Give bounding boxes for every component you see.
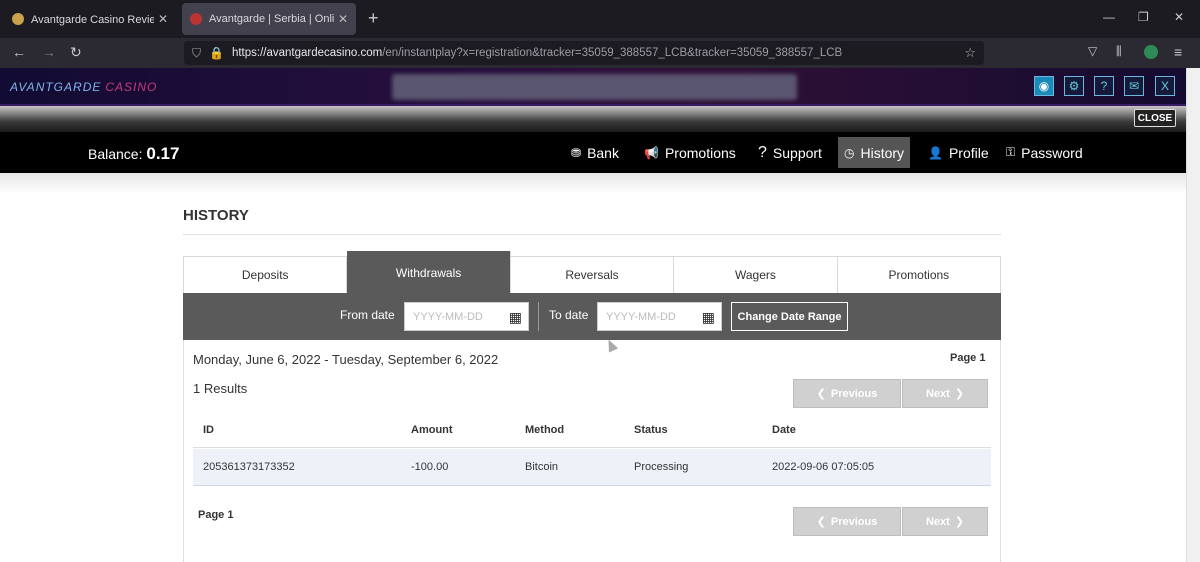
cell-status: Processing <box>634 461 689 473</box>
back-icon[interactable]: ← <box>12 44 26 60</box>
forward-icon[interactable]: → <box>42 44 56 60</box>
library-icon[interactable]: ⫼ <box>1116 44 1122 59</box>
date-filter-bar: From date YYYY-MM-DD ▦ To date YYYY-MM-D… <box>183 293 1001 340</box>
menu-item-support[interactable]: ? Support <box>752 137 828 168</box>
title-divider <box>183 234 1001 235</box>
menu-icon[interactable]: ≡ <box>1174 44 1182 60</box>
menu-item-bank[interactable]: ⛃ Bank <box>565 137 625 168</box>
chevron-right-icon: ❯ <box>954 388 965 400</box>
cell-amount: -100.00 <box>411 461 449 473</box>
tab-close-icon[interactable]: ✕ <box>158 12 168 26</box>
chevron-left-icon: ❮ <box>816 516 826 528</box>
reload-icon[interactable]: ↻ <box>70 44 82 61</box>
next-button-bottom[interactable]: Next ❯ <box>902 507 988 536</box>
account-menu-bar: Balance: 0.17 ⛃ Bank 📢 Promotions ? Support… <box>0 132 1186 173</box>
page-title: HISTORY <box>183 207 249 224</box>
pocket-icon[interactable]: ▽ <box>1088 44 1097 58</box>
column-date[interactable]: Date <box>772 424 796 436</box>
user-icon: 👤 <box>928 145 943 160</box>
casino-header: AVANTGARDE CASINO ◉ ⚙ ? ✉ X <box>0 68 1186 106</box>
results-count: 1 Results <box>193 381 248 396</box>
previous-button-top[interactable]: ❮ Previous <box>793 379 901 408</box>
table-header: ID Amount Method Status Date <box>193 414 991 448</box>
from-date-label: From date <box>340 308 395 322</box>
lock-icon: 🔒 <box>209 46 224 60</box>
cell-id: 205361373173352 <box>203 461 295 473</box>
menu-item-promotions[interactable]: 📢 Promotions <box>638 137 742 168</box>
window-close-icon[interactable]: ✕ <box>1174 10 1184 24</box>
chat-icon[interactable]: ✉ <box>1124 76 1144 96</box>
history-icon: ◷ <box>844 145 855 160</box>
table-row[interactable]: 205361373173352 -100.00 Bitcoin Processi… <box>193 449 991 486</box>
cell-date: 2022-09-06 07:05:05 <box>772 461 875 473</box>
page-indicator-top: Page 1 <box>950 352 986 364</box>
tab-promotions[interactable]: Promotions <box>837 257 1001 293</box>
change-date-range-button[interactable]: Change Date Range <box>731 302 848 331</box>
column-id[interactable]: ID <box>203 424 214 436</box>
date-range-text: Monday, June 6, 2022 - Tuesday, Septembe… <box>193 352 499 367</box>
url-text: https://avantgardecasino.com/en/instantp… <box>231 47 843 59</box>
shield-icon: ⛉ <box>192 45 202 60</box>
gear-icon[interactable]: ⚙ <box>1064 76 1084 96</box>
tab-withdrawals[interactable]: Withdrawals <box>347 251 511 294</box>
header-strip: CLOSE <box>0 106 1186 132</box>
bank-icon: ⛃ <box>571 145 582 160</box>
browser-tab-bar: Avantgarde Casino Review ⊳ 40 ✕ Avantgar… <box>0 0 1200 38</box>
chevron-left-icon: ❮ <box>816 388 826 400</box>
menu-item-history[interactable]: ◷ History <box>838 137 911 168</box>
to-date-label: To date <box>549 308 589 322</box>
casino-logo: AVANTGARDE CASINO <box>10 80 158 94</box>
balance-value: 0.17 <box>146 144 180 163</box>
tab-reversals[interactable]: Reversals <box>510 257 675 293</box>
tab-wagers[interactable]: Wagers <box>674 257 838 293</box>
url-bar[interactable]: ⛉ 🔒 https://avantgardecasino.com/en/inst… <box>184 41 984 65</box>
x-icon[interactable]: X <box>1155 76 1175 96</box>
blurred-search-bar <box>392 74 797 100</box>
menu-item-password[interactable]: ⚿ Password <box>1000 137 1089 168</box>
megaphone-icon: 📢 <box>644 145 659 160</box>
bookmark-star-icon[interactable]: ☆ <box>964 45 976 61</box>
page-indicator-bottom: Page 1 <box>198 509 234 521</box>
key-icon: ⚿ <box>1006 145 1016 159</box>
favicon-icon <box>12 13 24 25</box>
column-amount[interactable]: Amount <box>411 424 453 436</box>
history-tabs: Deposits Withdrawals Reversals Wagers Pr… <box>183 251 1001 294</box>
next-button-top[interactable]: Next ❯ <box>902 379 988 408</box>
previous-button-bottom[interactable]: ❮ Previous <box>793 507 901 536</box>
close-button[interactable]: CLOSE <box>1134 109 1176 127</box>
page-scrollbar[interactable] <box>1186 68 1200 562</box>
new-tab-icon[interactable]: + <box>368 8 379 29</box>
tab-title: Avantgarde | Serbia | Online Cas <box>209 13 334 25</box>
to-date-input[interactable]: YYYY-MM-DD ▦ <box>597 302 722 331</box>
minimize-icon[interactable]: — <box>1103 10 1115 24</box>
from-date-input[interactable]: YYYY-MM-DD ▦ <box>404 302 529 331</box>
question-icon: ? <box>758 143 767 161</box>
menu-shadow <box>0 173 1186 193</box>
tab-close-icon[interactable]: ✕ <box>338 12 348 26</box>
calendar-icon[interactable]: ▦ <box>509 309 522 326</box>
layers-icon[interactable]: ◉ <box>1034 76 1054 96</box>
browser-nav-bar: ← → ↻ ⛉ 🔒 https://avantgardecasino.com/e… <box>0 38 1200 68</box>
tab-title: Avantgarde Casino Review ⊳ 40 <box>31 13 154 26</box>
tab-deposits[interactable]: Deposits <box>184 257 348 293</box>
help-icon[interactable]: ? <box>1094 76 1114 96</box>
calendar-icon[interactable]: ▦ <box>702 309 715 326</box>
restore-icon[interactable]: ❐ <box>1138 10 1149 24</box>
favicon-icon <box>190 13 202 25</box>
cell-method: Bitcoin <box>525 461 559 473</box>
column-status[interactable]: Status <box>634 424 668 436</box>
balance-display: Balance: 0.17 <box>88 144 180 163</box>
browser-tab-review[interactable]: Avantgarde Casino Review ⊳ 40 ✕ <box>4 3 176 35</box>
browser-tab-casino[interactable]: Avantgarde | Serbia | Online Cas ✕ <box>182 3 356 35</box>
account-icon[interactable] <box>1144 45 1158 59</box>
date-separator <box>538 302 539 331</box>
chevron-right-icon: ❯ <box>954 516 965 528</box>
column-method[interactable]: Method <box>525 424 564 436</box>
menu-item-profile[interactable]: 👤 Profile <box>922 137 995 168</box>
